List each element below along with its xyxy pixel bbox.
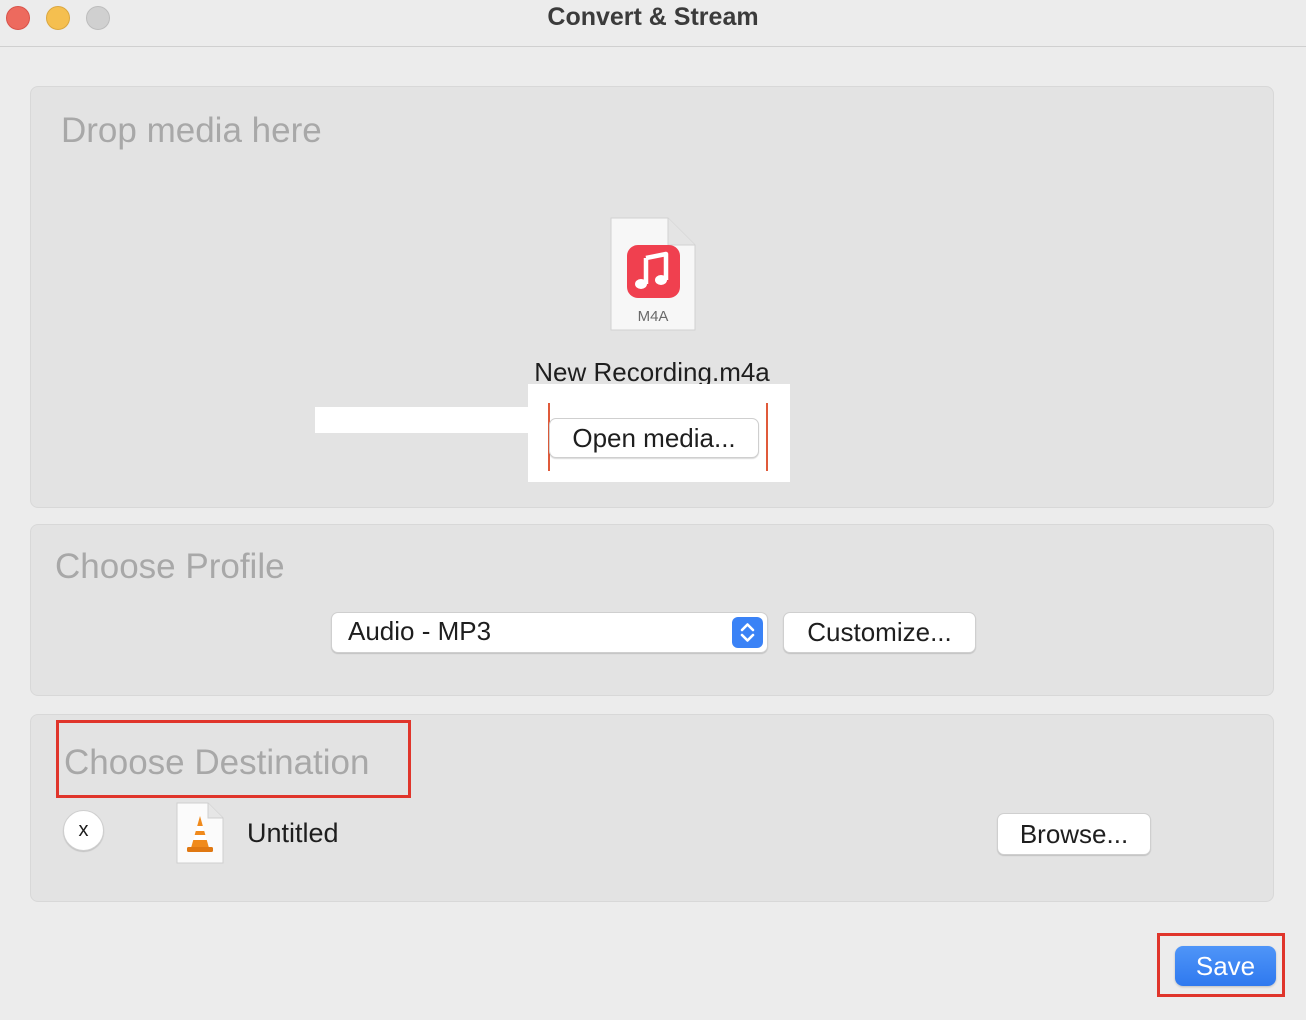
title-bar: Convert & Stream <box>0 0 1306 47</box>
drop-media-panel[interactable]: Drop media here M4A New Recording.m4a Op… <box>30 86 1274 508</box>
clear-destination-button[interactable]: x <box>63 810 104 851</box>
customize-button[interactable]: Customize... <box>783 612 976 653</box>
open-media-button[interactable]: Open media... <box>549 418 759 458</box>
vlc-file-icon <box>176 802 224 864</box>
m4a-file-icon: M4A <box>610 217 696 331</box>
save-button[interactable]: Save <box>1175 946 1276 986</box>
highlight-box-destination <box>56 720 411 798</box>
destination-file-name: Untitled <box>247 818 339 848</box>
profile-select[interactable]: Audio - MP3 <box>331 612 768 653</box>
choose-profile-panel: Choose Profile Audio - MP3 Customize... <box>30 524 1274 696</box>
profile-select-value: Audio - MP3 <box>348 616 492 646</box>
highlight-line <box>766 403 768 471</box>
window-title: Convert & Stream <box>547 3 759 31</box>
choose-profile-heading: Choose Profile <box>55 547 285 586</box>
file-type-label: M4A <box>638 308 669 325</box>
drop-media-heading: Drop media here <box>61 111 322 150</box>
redaction-mask <box>315 407 533 433</box>
chevron-up-down-icon[interactable] <box>732 617 763 648</box>
browse-button[interactable]: Browse... <box>997 813 1151 855</box>
